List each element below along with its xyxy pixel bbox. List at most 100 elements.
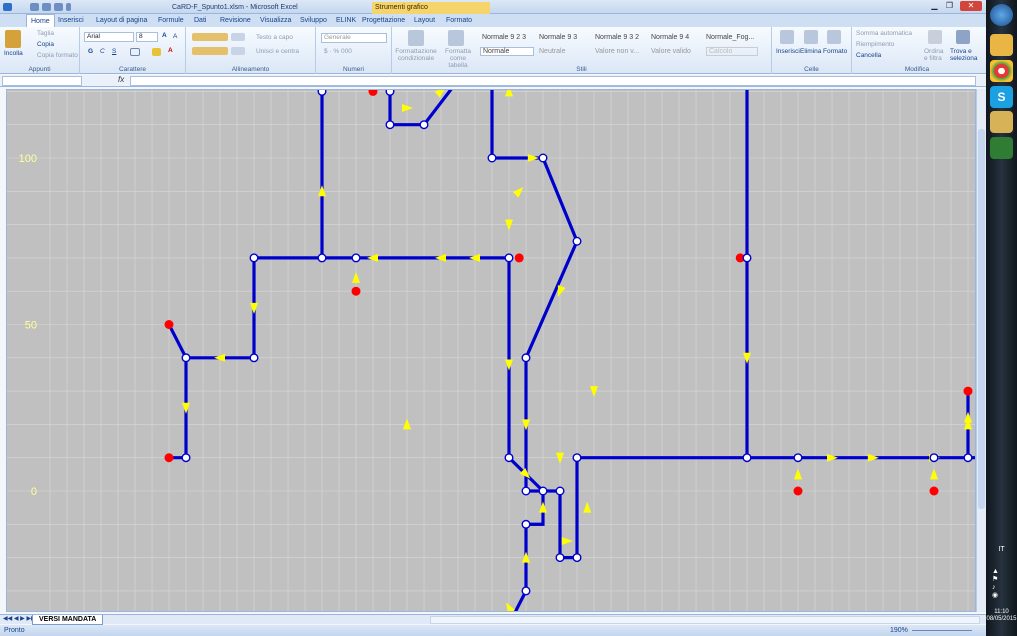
table-format-icon[interactable] <box>448 30 464 46</box>
network-node <box>317 253 327 263</box>
orientation-icon[interactable] <box>231 33 245 41</box>
paste-icon[interactable] <box>5 30 21 48</box>
horizontal-scrollbar[interactable] <box>430 616 980 624</box>
fill-color-icon[interactable] <box>152 48 161 56</box>
network-node <box>487 153 497 163</box>
style-cell[interactable]: Valore non v... <box>595 48 639 55</box>
sort-filter-icon[interactable] <box>928 30 942 44</box>
tab-layout[interactable]: Layout <box>410 14 439 27</box>
network-node <box>538 486 548 496</box>
merge-center-button[interactable]: Unisci e centra <box>256 48 299 55</box>
currency-icon[interactable]: $ · % 000 <box>324 48 352 55</box>
tab-dati[interactable]: Dati <box>190 14 210 27</box>
fx-icon[interactable]: fx <box>118 75 124 84</box>
chrome-icon[interactable] <box>990 60 1013 82</box>
sheet-tab[interactable]: VERSI MANDATA <box>32 615 104 625</box>
explorer-icon[interactable] <box>990 34 1013 56</box>
style-cell[interactable]: Normale 9 4 <box>651 34 689 41</box>
title-bar: CaRD-F_Spunto1.xlsm - Microsoft Excel St… <box>0 0 986 14</box>
conditional-format-button[interactable]: Formattazione condizionale <box>395 48 437 62</box>
wrap-text-button[interactable]: Testo a capo <box>256 34 293 41</box>
paste-button[interactable]: Incolla <box>4 50 23 57</box>
excel-app-icon[interactable] <box>990 137 1013 159</box>
network-node <box>572 453 582 463</box>
delete-cells-icon[interactable] <box>804 30 818 44</box>
font-name-select[interactable]: Arial <box>84 32 134 42</box>
network-node <box>742 253 752 263</box>
formula-input[interactable] <box>130 76 976 86</box>
tab-formato[interactable]: Formato <box>442 14 476 27</box>
scroll-thumb[interactable] <box>978 129 985 509</box>
italic-button[interactable]: C <box>100 48 105 55</box>
tab-visualizza[interactable]: Visualizza <box>256 14 295 27</box>
fill-button[interactable]: Riempimento <box>856 41 894 48</box>
style-cell[interactable]: Normale 9 3 2 <box>595 34 639 41</box>
grow-font-icon[interactable]: A <box>162 32 167 39</box>
redo-icon[interactable] <box>54 3 63 11</box>
folder-icon[interactable] <box>990 111 1013 133</box>
format-painter-button[interactable]: Copia formato <box>37 52 78 59</box>
language-indicator[interactable]: IT <box>986 546 1017 553</box>
style-cell[interactable]: Calcolo <box>706 47 758 56</box>
chart-area[interactable]: 200150100500-50 <box>6 89 976 612</box>
align-top-icon[interactable] <box>192 33 228 41</box>
copy-button[interactable]: Copia <box>37 41 54 48</box>
style-cell[interactable]: Normale <box>480 47 534 56</box>
format-button[interactable]: Formato <box>823 48 847 55</box>
sort-filter-button[interactable]: Ordina e filtra <box>924 48 948 62</box>
tab-layout-di-pagina[interactable]: Layout di pagina <box>92 14 151 27</box>
delete-button[interactable]: Elimina <box>800 48 821 55</box>
pipe-network-chart[interactable]: 200150100500-50 <box>7 90 976 612</box>
name-box[interactable] <box>2 76 82 86</box>
restore-icon[interactable]: ❐ <box>943 1 956 11</box>
borders-icon[interactable] <box>130 48 140 56</box>
style-cell[interactable]: Neutrale <box>539 48 565 55</box>
undo-icon[interactable] <box>42 3 51 11</box>
sheet-nav-icon[interactable]: ◀◀ ◀ ▶ ▶▶ <box>3 615 36 622</box>
style-cell[interactable]: Normale 9 3 <box>539 34 577 41</box>
network-node <box>572 236 582 246</box>
clear-button[interactable]: Cancella <box>856 52 881 59</box>
close-icon[interactable]: ✕ <box>960 1 982 11</box>
bold-button[interactable]: G <box>88 48 93 55</box>
font-size-select[interactable]: 8 <box>136 32 158 42</box>
tab-elink[interactable]: ELINK <box>332 14 360 27</box>
skype-icon[interactable]: S <box>990 86 1013 108</box>
indent-icon[interactable] <box>231 47 245 55</box>
zoom-slider[interactable] <box>912 630 972 631</box>
underline-button[interactable]: S <box>112 48 116 55</box>
insert-cells-icon[interactable] <box>780 30 794 44</box>
find-icon[interactable] <box>956 30 970 44</box>
tab-inserisci[interactable]: Inserisci <box>54 14 88 27</box>
number-format-select[interactable]: Generale <box>321 33 387 43</box>
minimize-icon[interactable]: ▁ <box>928 1 941 11</box>
end-point <box>164 320 174 329</box>
start-orb-icon[interactable] <box>990 4 1013 26</box>
vertical-scrollbar[interactable] <box>976 89 986 612</box>
style-cell[interactable]: Valore valido <box>651 48 691 55</box>
format-cells-icon[interactable] <box>827 30 841 44</box>
find-select-button[interactable]: Trova e seleziona <box>950 48 980 62</box>
tab-formule[interactable]: Formule <box>154 14 188 27</box>
tab-progettazione[interactable]: Progettazione <box>358 14 409 27</box>
conditional-format-icon[interactable] <box>408 30 424 46</box>
save-icon[interactable] <box>30 3 39 11</box>
tab-sviluppo[interactable]: Sviluppo <box>296 14 331 27</box>
office-button-icon[interactable] <box>3 3 12 11</box>
zoom-level[interactable]: 190% <box>890 625 908 636</box>
insert-button[interactable]: Inserisci <box>776 48 800 55</box>
align-left-icon[interactable] <box>192 47 228 55</box>
taskbar-clock[interactable]: 11:10 08/05/2015 <box>986 609 1017 623</box>
group-cells: Inserisci Elimina Formato Celle <box>772 27 852 74</box>
style-cell[interactable]: Normale 9 2 3 <box>482 34 526 41</box>
network-node <box>555 486 565 496</box>
tab-revisione[interactable]: Revisione <box>216 14 255 27</box>
shrink-font-icon[interactable]: A <box>173 33 177 40</box>
cut-button[interactable]: Taglia <box>37 30 54 37</box>
font-color-icon[interactable]: A <box>168 47 173 54</box>
tab-home[interactable]: Home <box>26 14 55 28</box>
autosum-button[interactable]: Somma automatica <box>856 30 912 37</box>
quick-access-menu-icon[interactable] <box>66 3 71 11</box>
style-cell[interactable]: Normale_Fog... <box>706 34 754 41</box>
tray-icons[interactable]: ▲ ⚑ ♪ ◉ <box>992 568 1010 602</box>
